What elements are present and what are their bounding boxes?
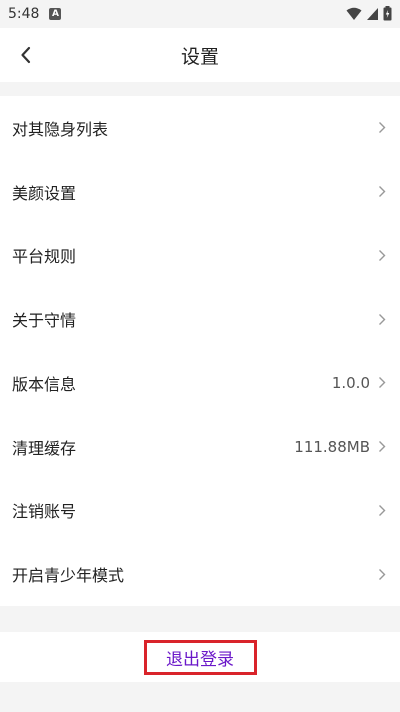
- cache-size-value: 111.88MB: [294, 437, 370, 456]
- nav-bar: 设置: [0, 28, 400, 82]
- settings-item-label: 美颜设置: [12, 183, 77, 203]
- settings-item-teen-mode[interactable]: 开启青少年模式: [0, 542, 400, 606]
- logout-button[interactable]: 退出登录: [143, 639, 257, 675]
- chevron-right-icon: [376, 248, 388, 262]
- back-button[interactable]: [12, 41, 40, 69]
- status-time: 5:48: [8, 6, 40, 22]
- back-arrow-icon: [21, 46, 31, 64]
- chevron-right-icon: [376, 567, 388, 581]
- settings-item-beauty[interactable]: 美颜设置: [0, 160, 400, 224]
- settings-item-delete-account[interactable]: 注销账号: [0, 479, 400, 543]
- chevron-right-icon: [376, 376, 388, 390]
- status-icons: [346, 6, 392, 21]
- settings-item-label: 开启青少年模式: [12, 566, 125, 586]
- chevron-right-icon: [376, 440, 388, 454]
- wifi-icon: [346, 7, 362, 20]
- settings-item-about[interactable]: 关于守情: [0, 287, 400, 351]
- chevron-right-icon: [376, 503, 388, 517]
- version-value: 1.0.0: [331, 373, 370, 392]
- settings-item-label: 清理缓存: [12, 438, 77, 458]
- settings-item-label: 关于守情: [12, 311, 77, 331]
- chevron-right-icon: [376, 185, 388, 199]
- settings-list: 对其隐身列表 美颜设置 平台规则 关于守情 版本信息 1.0.0 清理缓存 11…: [0, 96, 400, 606]
- logout-area: 退出登录: [0, 632, 400, 682]
- settings-item-label: 对其隐身列表: [12, 119, 109, 139]
- settings-item-version[interactable]: 版本信息 1.0.0: [0, 351, 400, 415]
- notification-icon: A: [49, 8, 62, 20]
- chevron-right-icon: [376, 121, 388, 135]
- settings-item-label: 注销账号: [12, 502, 77, 522]
- battery-icon: [383, 6, 392, 21]
- settings-item-label: 版本信息: [12, 374, 77, 394]
- page-title: 设置: [180, 45, 219, 68]
- settings-item-hidden-list[interactable]: 对其隐身列表: [0, 96, 400, 160]
- status-bar: 5:48 A: [0, 0, 400, 28]
- settings-item-clear-cache[interactable]: 清理缓存 111.88MB: [0, 415, 400, 479]
- signal-icon: [367, 7, 378, 20]
- chevron-right-icon: [376, 312, 388, 326]
- settings-item-platform-rules[interactable]: 平台规则: [0, 224, 400, 288]
- settings-item-label: 平台规则: [12, 247, 77, 267]
